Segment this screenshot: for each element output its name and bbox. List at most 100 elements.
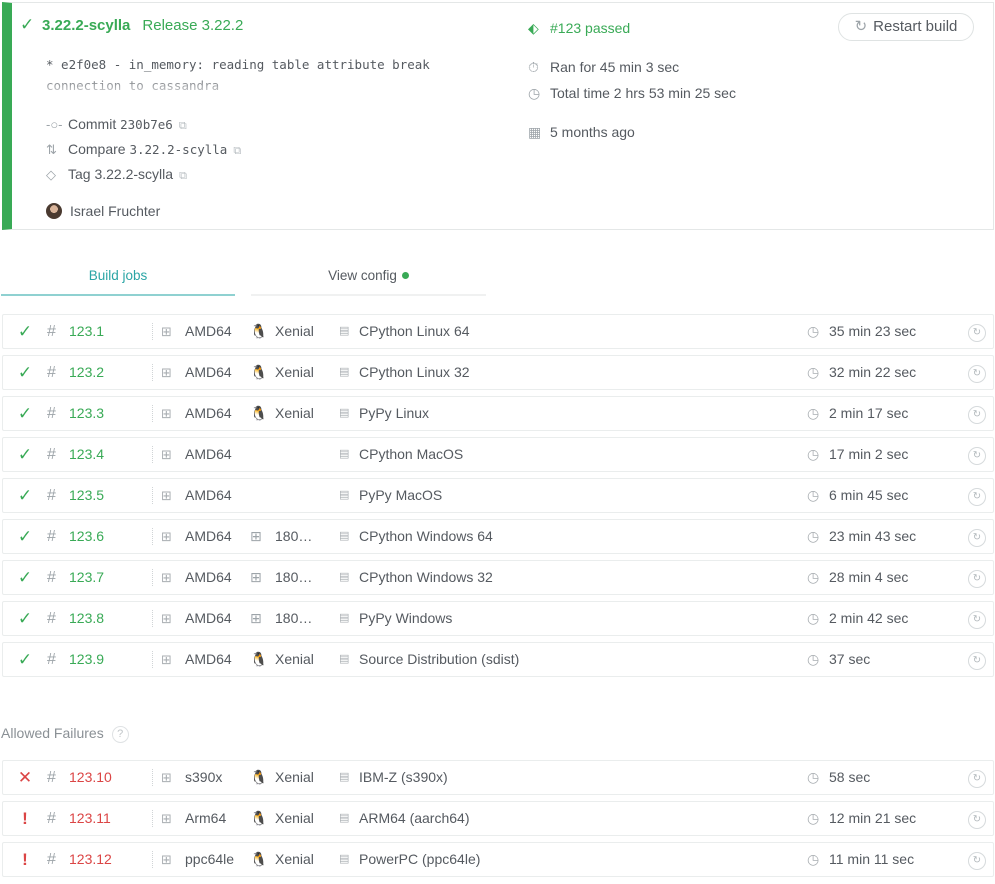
job-row[interactable]: ! # 123.12 ⊞ ppc64le 🐧 Xenial ▤ PowerPC … — [2, 842, 994, 877]
restart-icon: ↻ — [854, 18, 868, 35]
restart-job-button[interactable]: ↻ — [968, 406, 986, 424]
passed-state-icon: ✓ — [17, 527, 33, 546]
restart-job-button[interactable]: ↻ — [968, 652, 986, 670]
job-row[interactable]: ✓ # 123.8 ⊞ AMD64 ⊞ 180… ▤ PyPy Windows … — [2, 601, 994, 636]
hash-icon: # — [47, 610, 56, 627]
divider — [152, 487, 153, 504]
divider — [152, 364, 153, 381]
restart-job-button[interactable]: ↻ — [968, 570, 986, 588]
linux-icon: 🐧 — [250, 405, 268, 421]
job-name: CPython MacOS — [359, 446, 464, 462]
restart-job-button[interactable]: ↻ — [968, 529, 986, 547]
job-row[interactable]: ✓ # 123.9 ⊞ AMD64 🐧 Xenial ▤ Source Dist… — [2, 642, 994, 677]
job-number[interactable]: 123.2 — [69, 356, 104, 389]
hash-icon: # — [47, 323, 56, 340]
job-row[interactable]: ✓ # 123.4 ⊞ AMD64 ▤ CPython MacOS ◷ 17 m… — [2, 437, 994, 472]
tag-status-icon: ⬖ — [528, 20, 539, 36]
hash-icon: # — [47, 446, 56, 463]
author[interactable]: Israel Fruchter — [46, 201, 160, 221]
allowed-failures-list: ✕ # 123.10 ⊞ s390x 🐧 Xenial ▤ IBM-Z (s39… — [2, 760, 994, 883]
restart-job-button[interactable]: ↻ — [968, 447, 986, 465]
job-arch: ppc64le — [185, 851, 235, 867]
restart-job-button[interactable]: ↻ — [968, 324, 986, 342]
job-duration: 35 min 23 sec — [829, 323, 917, 339]
release-link[interactable]: Release 3.22.2 — [142, 17, 243, 34]
job-name: CPython Windows 64 — [359, 528, 493, 544]
tab-view-config[interactable]: View config — [251, 262, 486, 296]
job-duration: 23 min 43 sec — [829, 528, 917, 544]
finished-at: ▦ 5 months ago — [528, 122, 635, 142]
job-number[interactable]: 123.1 — [69, 315, 104, 348]
job-number[interactable]: 123.4 — [69, 438, 104, 471]
hash-icon: # — [47, 651, 56, 668]
job-number[interactable]: 123.7 — [69, 561, 104, 594]
language-icon: ▤ — [339, 366, 350, 378]
divider — [152, 405, 153, 422]
compare-label: Compare — [68, 141, 126, 157]
restart-job-button[interactable]: ↻ — [968, 852, 986, 870]
job-number[interactable]: 123.5 — [69, 479, 104, 512]
restart-job-button[interactable]: ↻ — [968, 611, 986, 629]
job-os: 180… — [275, 528, 313, 544]
job-number[interactable]: 123.11 — [69, 802, 111, 835]
clock-icon: ◷ — [807, 446, 820, 462]
job-number[interactable]: 123.8 — [69, 602, 104, 635]
language-icon: ▤ — [339, 325, 350, 337]
job-row[interactable]: ✓ # 123.2 ⊞ AMD64 🐧 Xenial ▤ CPython Lin… — [2, 355, 994, 390]
job-number[interactable]: 123.3 — [69, 397, 104, 430]
job-row[interactable]: ✕ # 123.10 ⊞ s390x 🐧 Xenial ▤ IBM-Z (s39… — [2, 760, 994, 795]
job-row[interactable]: ! # 123.11 ⊞ Arm64 🐧 Xenial ▤ ARM64 (aar… — [2, 801, 994, 836]
tab-build-jobs[interactable]: Build jobs — [1, 262, 235, 296]
job-duration: 2 min 42 sec — [829, 610, 909, 626]
cpu-icon: ⊞ — [161, 488, 172, 503]
job-number[interactable]: 123.10 — [69, 761, 112, 794]
commit-link[interactable]: -○- Commit 230b7e6 ⧉ — [46, 114, 187, 136]
job-number[interactable]: 123.6 — [69, 520, 104, 553]
job-os: Xenial — [275, 651, 314, 667]
restart-job-button[interactable]: ↻ — [968, 488, 986, 506]
job-number[interactable]: 123.12 — [69, 843, 112, 876]
linux-icon: 🐧 — [250, 769, 268, 785]
restart-build-button[interactable]: ↻ Restart build — [838, 13, 974, 41]
help-icon[interactable]: ? — [111, 726, 129, 743]
ran-for: ⏱ Ran for 45 min 3 sec — [528, 57, 679, 77]
build-status[interactable]: ⬖ #123 passed — [528, 18, 630, 38]
clock-icon: ◷ — [807, 810, 820, 826]
job-row[interactable]: ✓ # 123.3 ⊞ AMD64 🐧 Xenial ▤ PyPy Linux … — [2, 396, 994, 431]
restart-job-button[interactable]: ↻ — [968, 811, 986, 829]
job-os: 180… — [275, 610, 313, 626]
job-os: Xenial — [275, 851, 314, 867]
job-arch: s390x — [185, 769, 223, 785]
job-duration: 32 min 22 sec — [829, 364, 917, 380]
clock-icon: ◷ — [807, 610, 820, 626]
branch-link[interactable]: 3.22.2-scylla — [42, 17, 130, 34]
windows-icon: ⊞ — [250, 528, 262, 544]
divider — [152, 610, 153, 627]
hash-icon: # — [47, 528, 56, 545]
job-os: Xenial — [275, 364, 314, 380]
clock-icon: ◷ — [807, 487, 820, 503]
job-duration: 11 min 11 sec — [829, 851, 915, 867]
job-arch: AMD64 — [185, 528, 232, 544]
language-icon: ▤ — [339, 853, 350, 865]
job-os: 180… — [275, 569, 313, 585]
job-row[interactable]: ✓ # 123.7 ⊞ AMD64 ⊞ 180… ▤ CPython Windo… — [2, 560, 994, 595]
job-row[interactable]: ✓ # 123.6 ⊞ AMD64 ⊞ 180… ▤ CPython Windo… — [2, 519, 994, 554]
linux-icon: 🐧 — [250, 651, 268, 667]
compare-ref: 3.22.2-scylla — [129, 142, 228, 157]
hash-icon: # — [47, 810, 56, 827]
cpu-icon: ⊞ — [161, 447, 172, 462]
tag-link[interactable]: ◇ Tag 3.22.2-scylla ⧉ — [46, 164, 187, 186]
restart-job-button[interactable]: ↻ — [968, 770, 986, 788]
build-status-text: #123 passed — [550, 20, 631, 36]
cpu-icon: ⊞ — [161, 852, 172, 867]
restart-job-button[interactable]: ↻ — [968, 365, 986, 383]
language-icon: ▤ — [339, 407, 350, 419]
job-row[interactable]: ✓ # 123.1 ⊞ AMD64 🐧 Xenial ▤ CPython Lin… — [2, 314, 994, 349]
job-number[interactable]: 123.9 — [69, 643, 104, 676]
language-icon: ▤ — [339, 771, 350, 783]
compare-link[interactable]: ⇅ Compare 3.22.2-scylla ⧉ — [46, 139, 241, 161]
commit-sha: 230b7e6 — [120, 117, 173, 132]
clock-icon: ◷ — [807, 528, 820, 544]
job-row[interactable]: ✓ # 123.5 ⊞ AMD64 ▤ PyPy MacOS ◷ 6 min 4… — [2, 478, 994, 513]
